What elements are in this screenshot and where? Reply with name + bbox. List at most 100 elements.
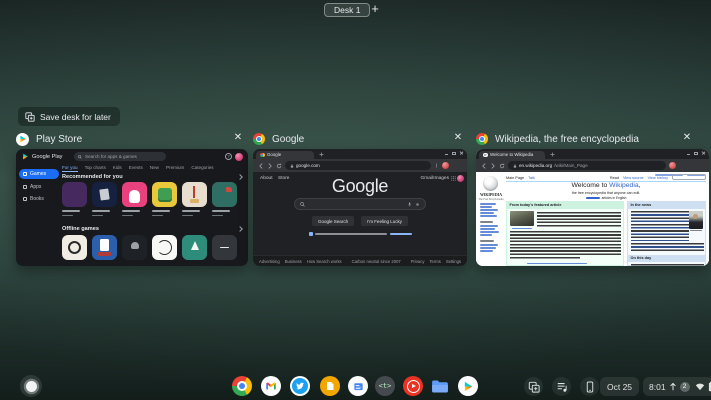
wikipedia-page: WIKIPEDIA The Free Encyclopedia Main Pag… <box>476 172 709 266</box>
game-tile <box>62 235 87 260</box>
status-tray[interactable]: 8:01 2 <box>643 377 711 396</box>
date-label: Oct 25 <box>607 382 632 392</box>
close-google-button[interactable]: ✕ <box>451 131 465 145</box>
info-icon <box>309 232 313 236</box>
text-app-glyph: <t> <box>379 382 392 390</box>
lock-icon <box>513 164 517 168</box>
google-footer: Advertising Business How Search works Ca… <box>253 255 467 266</box>
files-shelf-icon[interactable] <box>430 376 450 396</box>
wikipedia-window-title: Wikipedia, the free encyclopedia <box>495 134 639 145</box>
browser-tab: W Welcome to Wikipedia <box>479 151 545 160</box>
section-offline-games: Offline games <box>62 226 99 232</box>
new-tab-icon <box>550 152 555 157</box>
tab-main-page: Main Page <box>506 176 524 180</box>
section-recommended: Recommended for you <box>62 174 123 180</box>
close-play-store-button[interactable]: ✕ <box>231 131 245 145</box>
in-the-news-box: In the news On this day <box>627 201 706 266</box>
browser-toolbar: en.wikipedia.org/wiki/Main_Page <box>476 159 709 172</box>
game-tile <box>212 182 237 207</box>
game-tile <box>182 182 207 207</box>
chrome-icon <box>476 133 488 145</box>
close-wikipedia-button[interactable]: ✕ <box>680 131 694 145</box>
chrome-favicon <box>260 153 265 158</box>
tab-talk: Talk <box>528 176 535 180</box>
screen-capture-tray-button[interactable] <box>524 377 543 396</box>
address-bar: en.wikipedia.org/wiki/Main_Page <box>508 161 666 170</box>
wikipedia-wordmark: WIKIPEDIA <box>476 193 506 197</box>
forward-icon <box>490 163 496 169</box>
twitter-shelf-icon[interactable] <box>290 376 310 396</box>
play-search-bar: Search for apps & games <box>74 152 166 161</box>
wikipedia-page-tabs: Main Page Talk Read View source View his… <box>506 174 706 182</box>
wikipedia-favicon: W <box>483 153 488 158</box>
google-window-header[interactable]: Google ✕ <box>253 131 467 147</box>
help-icon: ? <box>225 153 232 160</box>
url-host: en.wikipedia.org <box>519 163 552 168</box>
google-logo: Google <box>253 176 467 197</box>
on-this-day-header: On this day <box>628 255 705 262</box>
new-desk-button[interactable]: + <box>367 0 383 18</box>
play-store-shelf-icon[interactable] <box>458 376 478 396</box>
google-window-preview[interactable]: Google google.com About Store Gmail Imag… <box>253 149 467 266</box>
save-desk-button[interactable]: Save desk for later <box>18 107 120 126</box>
search-icon <box>300 202 305 207</box>
menu-dots-icon <box>434 163 439 168</box>
featured-article-header: From today's featured article <box>507 202 623 209</box>
notes-app-shelf-icon[interactable] <box>320 376 340 396</box>
capture-icon <box>528 381 540 393</box>
wikipedia-window-preview[interactable]: W Welcome to Wikipedia en.wikipedia.org/… <box>476 149 709 266</box>
google-search-box <box>294 198 426 210</box>
address-bar: google.com <box>285 161 431 170</box>
window-controls <box>445 152 464 156</box>
search-icon <box>78 155 82 159</box>
back-icon <box>481 163 487 169</box>
article-count-line: articles in English <box>506 196 706 200</box>
chromeos-overview-screen: Desk 1 + Save desk for later Play Store … <box>0 0 711 400</box>
lens-icon <box>415 202 420 207</box>
tab-strip: Google <box>253 149 467 159</box>
youtube-music-shelf-icon[interactable] <box>403 376 423 396</box>
url-path: /wiki/Main_Page <box>554 163 587 168</box>
in-the-news-header: In the news <box>628 202 705 209</box>
footer-link: Terms <box>429 259 440 264</box>
media-controls-tray-button[interactable] <box>552 377 571 396</box>
chrome-shelf-icon[interactable] <box>232 376 252 396</box>
desk-1-button[interactable]: Desk 1 <box>324 3 370 17</box>
game-tile <box>152 182 177 207</box>
chevron-right-icon <box>237 226 243 232</box>
game-tile <box>92 182 117 207</box>
lock-icon <box>290 164 294 168</box>
phone-hub-tray-button[interactable] <box>580 377 599 396</box>
date-pill[interactable]: Oct 25 <box>600 377 639 396</box>
game-tile <box>92 235 117 260</box>
forward-icon <box>267 163 273 169</box>
welcome-heading: Welcome to Wikipedia, <box>506 182 706 189</box>
welcome-subtitle: the free encyclopedia that anyone can ed… <box>506 191 706 195</box>
tab-view-source: View source <box>623 176 644 180</box>
wikipedia-tagline: The Free Encyclopedia <box>476 198 506 201</box>
tab-strip: W Welcome to Wikipedia <box>476 149 709 159</box>
phone-icon <box>584 381 596 393</box>
save-desk-label: Save desk for later <box>40 112 111 122</box>
gmail-shelf-icon[interactable] <box>261 376 281 396</box>
launcher-button[interactable] <box>20 375 42 397</box>
browser-profile-avatar <box>669 162 676 169</box>
footer-link: Settings <box>446 259 461 264</box>
play-store-window-header[interactable]: Play Store ✕ <box>16 131 248 147</box>
google-play-logo: Google Play <box>22 153 62 160</box>
featured-article-image <box>510 211 534 226</box>
feeling-lucky-button: I'm Feeling Lucky <box>361 216 408 226</box>
play-category-tabs: For you Top charts Kids Events New Premi… <box>62 165 214 172</box>
browser-tab: Google <box>256 151 314 160</box>
game-tile <box>212 235 237 260</box>
text-app-shelf-icon[interactable]: <t> <box>375 376 395 396</box>
featured-article-box: From today's featured article <box>506 201 624 266</box>
play-store-window-preview[interactable]: Google Play Search for apps & games ? Ga… <box>16 149 248 266</box>
google-search-button: Google Search <box>312 216 354 226</box>
google-news-shelf-icon[interactable] <box>348 376 368 396</box>
play-nav-books: Books <box>19 194 59 204</box>
play-nav-apps: Apps <box>19 182 59 192</box>
wikipedia-window-header[interactable]: Wikipedia, the free encyclopedia ✕ <box>476 131 709 147</box>
wiki-search-box <box>672 174 706 180</box>
footer-link: Business <box>285 259 302 264</box>
